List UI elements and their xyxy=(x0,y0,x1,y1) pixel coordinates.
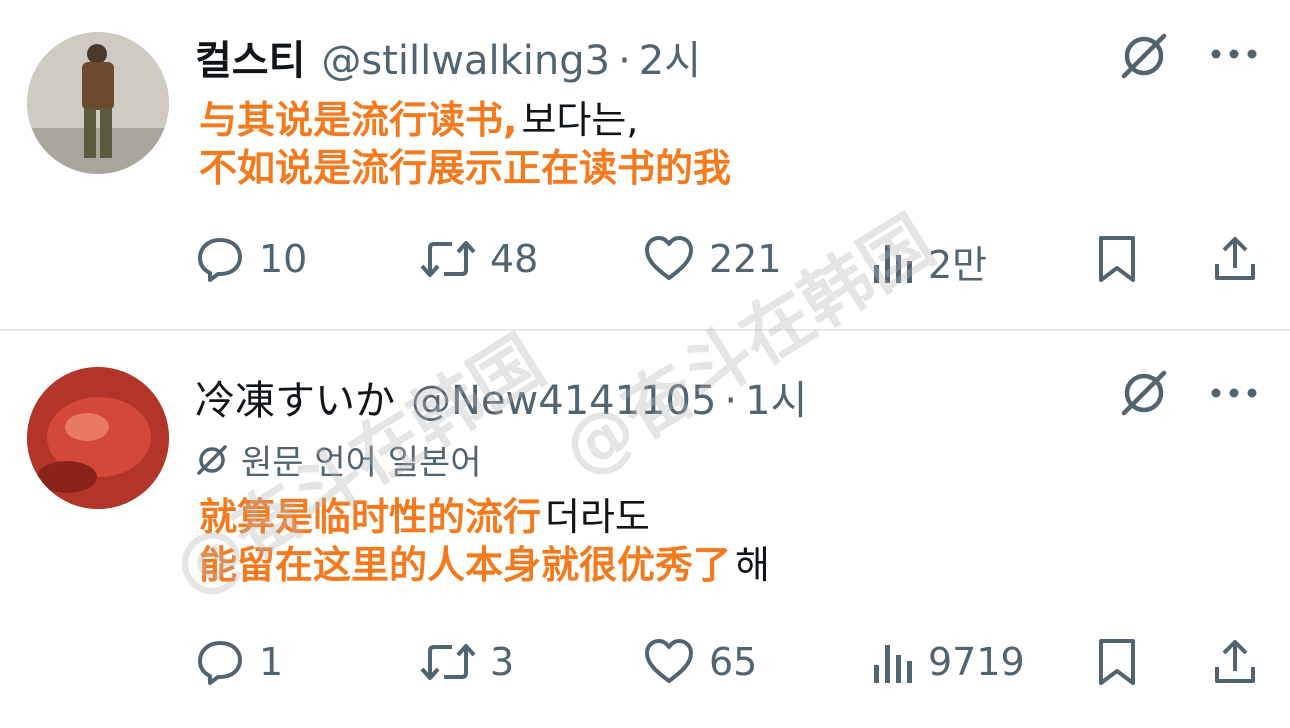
share-button[interactable] xyxy=(1212,234,1272,284)
person-photo-icon xyxy=(27,32,169,174)
views-button[interactable]: 9719 xyxy=(870,637,1025,687)
tweet-header: 冷凍すいか @New4141105 · 1시 xyxy=(195,368,807,426)
like-count: 65 xyxy=(709,640,758,684)
bookmark-icon xyxy=(1099,236,1135,282)
tweet-header: 컬스티 @stillwalking3 · 2시 xyxy=(195,28,701,86)
body-text-fragment: 더라도 xyxy=(545,495,650,539)
food-photo-icon xyxy=(27,367,169,509)
reply-button[interactable]: 1 xyxy=(195,637,283,687)
like-button[interactable]: 65 xyxy=(643,637,757,687)
tweet-body: 就算是临时性的流行 더라도 能留在这里的人本身就很优秀了 해 xyxy=(195,493,770,589)
like-icon xyxy=(645,236,693,280)
share-button[interactable] xyxy=(1212,637,1272,687)
action-bar: 10 48 221 2만 xyxy=(0,234,1290,294)
timestamp[interactable]: 1시 xyxy=(745,368,807,426)
like-count: 221 xyxy=(709,237,782,281)
translate-icon xyxy=(197,444,227,475)
overlay-caption: 与其说是流行读书, xyxy=(195,98,522,142)
retweet-button[interactable]: 48 xyxy=(420,234,538,284)
like-icon xyxy=(645,639,693,683)
like-button[interactable]: 221 xyxy=(643,234,782,284)
body-line-2: 能留在这里的人本身就很优秀了 해 xyxy=(195,541,770,589)
tweet-1[interactable]: 컬스티 @stillwalking3 · 2시 与其说是流行读书, 보다는, 不如… xyxy=(0,0,1290,330)
translate-label: 원문 언어 일본어 xyxy=(241,443,482,483)
grok-icon[interactable] xyxy=(1118,30,1170,82)
tweet-body: 与其说是流行读书, 보다는, 不如说是流行展示正在读书的我 xyxy=(195,96,736,192)
views-icon xyxy=(874,645,912,683)
views-button[interactable]: 2만 xyxy=(870,234,987,289)
more-icon[interactable] xyxy=(1210,48,1258,60)
tweet-2[interactable]: 冷凍すいか @New4141105 · 1시 원문 언어 일본어 就算是临时性的… xyxy=(0,331,1290,728)
overlay-caption: 能留在这里的人本身就很优秀了 xyxy=(195,543,736,587)
avatar[interactable] xyxy=(27,32,169,174)
action-bar: 1 3 65 9719 xyxy=(0,637,1290,697)
bookmark-icon xyxy=(1099,639,1135,685)
body-line-1: 与其说是流行读书, 보다는, xyxy=(195,96,735,144)
grok-icon[interactable] xyxy=(1118,367,1170,419)
reply-count: 1 xyxy=(259,640,284,684)
retweet-count: 3 xyxy=(490,640,515,684)
reply-count: 10 xyxy=(259,237,308,281)
bookmark-button[interactable] xyxy=(1095,234,1153,284)
display-name[interactable]: 컬스티 xyxy=(195,28,305,86)
bookmark-button[interactable] xyxy=(1095,637,1153,687)
view-count: 9719 xyxy=(928,640,1025,684)
reply-icon xyxy=(198,238,242,282)
share-icon xyxy=(1215,640,1255,683)
separator: · xyxy=(724,378,738,424)
view-count: 2만 xyxy=(928,243,988,287)
retweet-icon xyxy=(420,241,476,277)
translate-note[interactable]: 원문 언어 일본어 xyxy=(195,435,482,484)
avatar[interactable] xyxy=(27,367,169,509)
reply-button[interactable]: 10 xyxy=(195,234,307,284)
views-icon xyxy=(874,244,912,283)
overlay-caption: 不如说是流行展示正在读书的我 xyxy=(195,146,736,190)
retweet-count: 48 xyxy=(490,237,539,281)
retweet-icon xyxy=(420,644,476,680)
body-text-fragment: 보다는, xyxy=(521,98,639,142)
body-line-1: 就算是临时性的流行 더라도 xyxy=(195,493,770,541)
reply-icon xyxy=(198,641,242,685)
handle[interactable]: @stillwalking3 xyxy=(321,38,610,84)
body-text-fragment: 해 xyxy=(735,543,770,587)
retweet-button[interactable]: 3 xyxy=(420,637,514,687)
body-line-2: 不如说是流行展示正在读书的我 xyxy=(195,144,736,192)
more-icon[interactable] xyxy=(1210,387,1258,399)
separator: · xyxy=(618,38,631,84)
timestamp[interactable]: 2시 xyxy=(639,28,701,86)
overlay-caption: 就算是临时性的流行 xyxy=(195,495,546,539)
display-name[interactable]: 冷凍すいか xyxy=(195,368,395,426)
share-icon xyxy=(1215,237,1255,280)
handle[interactable]: @New4141105 xyxy=(411,378,716,424)
